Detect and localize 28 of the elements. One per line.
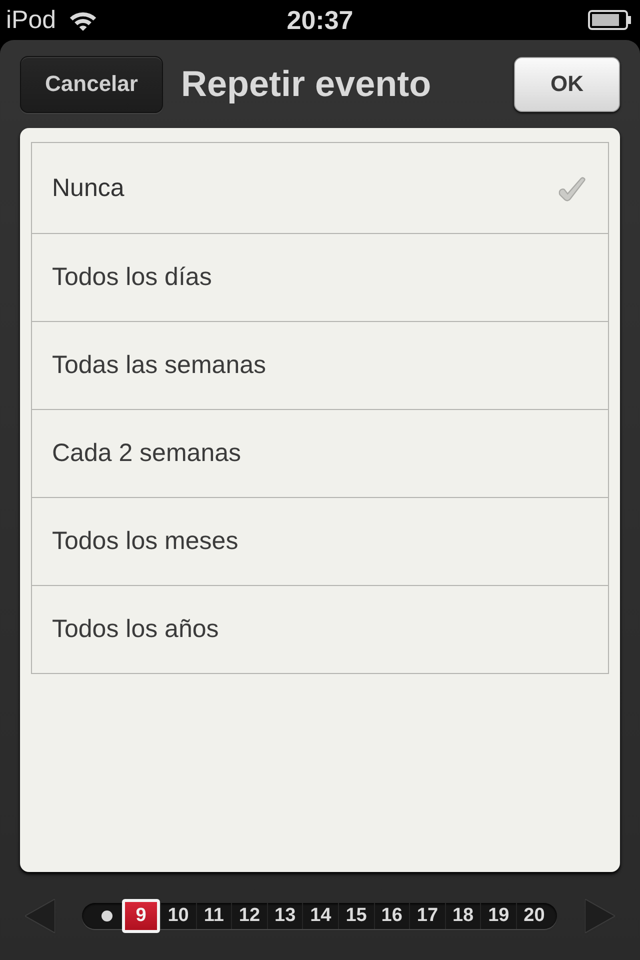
checkmark-icon [557,174,586,202]
day-button[interactable]: 18 [444,903,480,929]
clock-time: 20:37 [286,5,354,35]
repeat-option[interactable]: Todos los meses [32,497,608,585]
cancel-button[interactable]: Cancelar [20,56,163,112]
day-button[interactable]: 15 [338,903,374,929]
day-button[interactable]: 19 [480,903,516,929]
ok-button[interactable]: OK [514,56,620,112]
day-button[interactable]: 11 [196,903,232,929]
repeat-option[interactable]: Todos los años [32,585,608,673]
day-button[interactable]: 13 [266,903,302,929]
repeat-option[interactable]: Nunca [32,143,608,233]
right-arrow-icon[interactable] [585,899,615,933]
day-button[interactable]: 12 [231,903,267,929]
carrier-label: iPod [6,5,56,35]
dot-icon [101,910,113,922]
left-arrow-icon[interactable] [25,899,55,933]
screen-title: Repetir evento [181,63,432,105]
repeat-option[interactable]: Todos los días [32,233,608,321]
battery-icon [588,10,632,30]
day-button[interactable]: 20 [516,903,552,929]
day-button[interactable]: 14 [302,903,338,929]
day-button[interactable]: 9 [122,899,160,933]
repeat-option[interactable]: Cada 2 semanas [32,409,608,497]
day-button[interactable]: 17 [409,903,445,929]
day-button[interactable]: 16 [374,903,410,929]
repeat-option[interactable]: Todas las semanas [32,321,608,409]
day-button[interactable]: 10 [160,903,196,929]
